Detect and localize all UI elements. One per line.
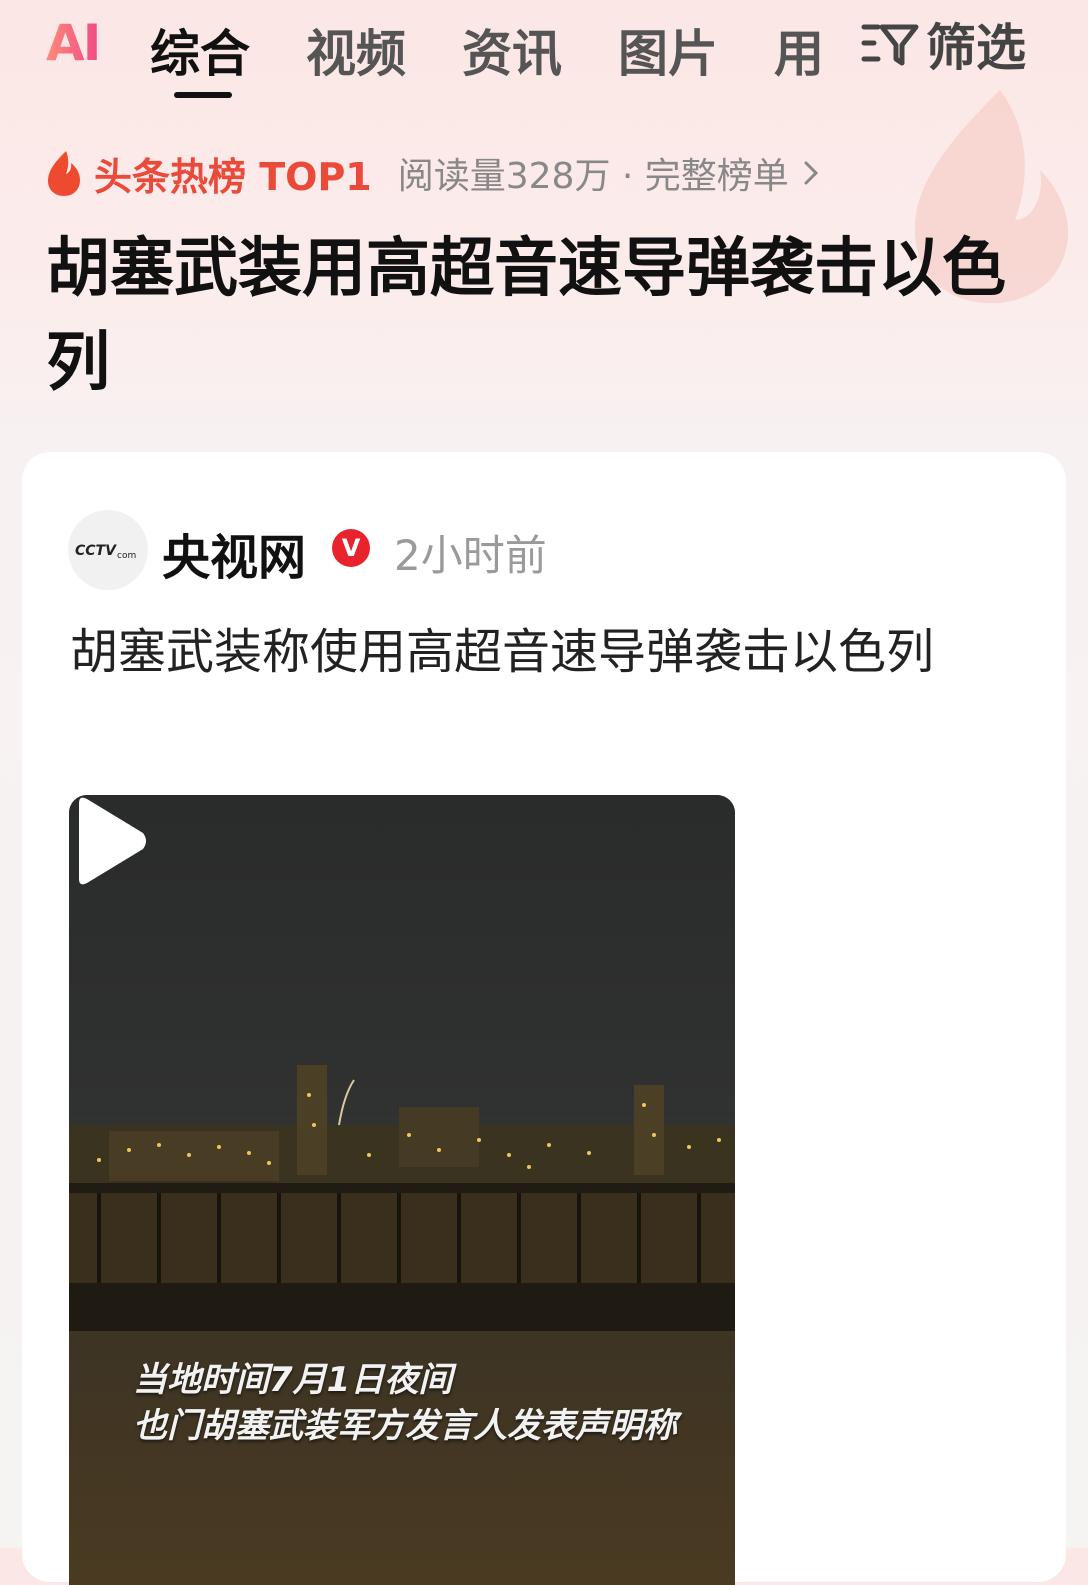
tab-news[interactable]: 资讯 <box>462 14 562 86</box>
tab-video[interactable]: 视频 <box>306 14 406 86</box>
hot-rank-label: 头条热榜 TOP1 <box>94 154 372 199</box>
source-name[interactable]: 央视网 <box>162 518 306 588</box>
tab-images[interactable]: 图片 <box>618 14 718 86</box>
chevron-right-icon <box>804 161 818 185</box>
video-subtitle-line2: 也门胡塞武装军方发言人发表声明称 <box>133 1406 677 1446</box>
filter-label: 筛选 <box>926 19 1026 77</box>
filter-icon <box>861 24 919 66</box>
svg-text:com: com <box>117 551 136 561</box>
news-card[interactable]: CCTV com 央视网 V 2小时前 胡塞武装称使用高超音速导弹袭击以色列 当… <box>22 452 1066 1585</box>
cctv-logo: CCTV com <box>75 543 136 561</box>
hot-meta: 阅读量328万 · 完整榜单 <box>397 156 789 197</box>
tab-comprehensive[interactable]: 综合 <box>150 14 250 86</box>
video-subtitle-line1: 当地时间7月1日夜间 <box>133 1360 453 1400</box>
verified-icon: V <box>332 529 370 567</box>
filter-button[interactable]: 筛选 <box>860 14 1026 77</box>
hot-list-row[interactable]: 头条热榜 TOP1 阅读量328万 · 完整榜单 <box>44 146 821 200</box>
video-thumbnail <box>69 795 735 1585</box>
flame-icon <box>48 151 80 196</box>
svg-text:CCTV: CCTV <box>75 543 117 559</box>
video-player[interactable]: 当地时间7月1日夜间 也门胡塞武装军方发言人发表声明称 <box>69 795 735 1585</box>
play-icon[interactable] <box>69 795 149 887</box>
tab-users[interactable]: 用 <box>774 14 824 86</box>
video-subtitle: 当地时间7月1日夜间 也门胡塞武装军方发言人发表声明称 <box>133 1357 677 1449</box>
ai-tab[interactable]: AI <box>46 14 101 72</box>
active-tab-indicator <box>174 92 232 98</box>
post-time: 2小时前 <box>394 531 547 580</box>
headline[interactable]: 胡塞武装用高超音速导弹袭击以色列 <box>46 222 1056 410</box>
post-title[interactable]: 胡塞武装称使用高超音速导弹袭击以色列 <box>70 614 990 690</box>
avatar[interactable]: CCTV com <box>68 510 148 590</box>
